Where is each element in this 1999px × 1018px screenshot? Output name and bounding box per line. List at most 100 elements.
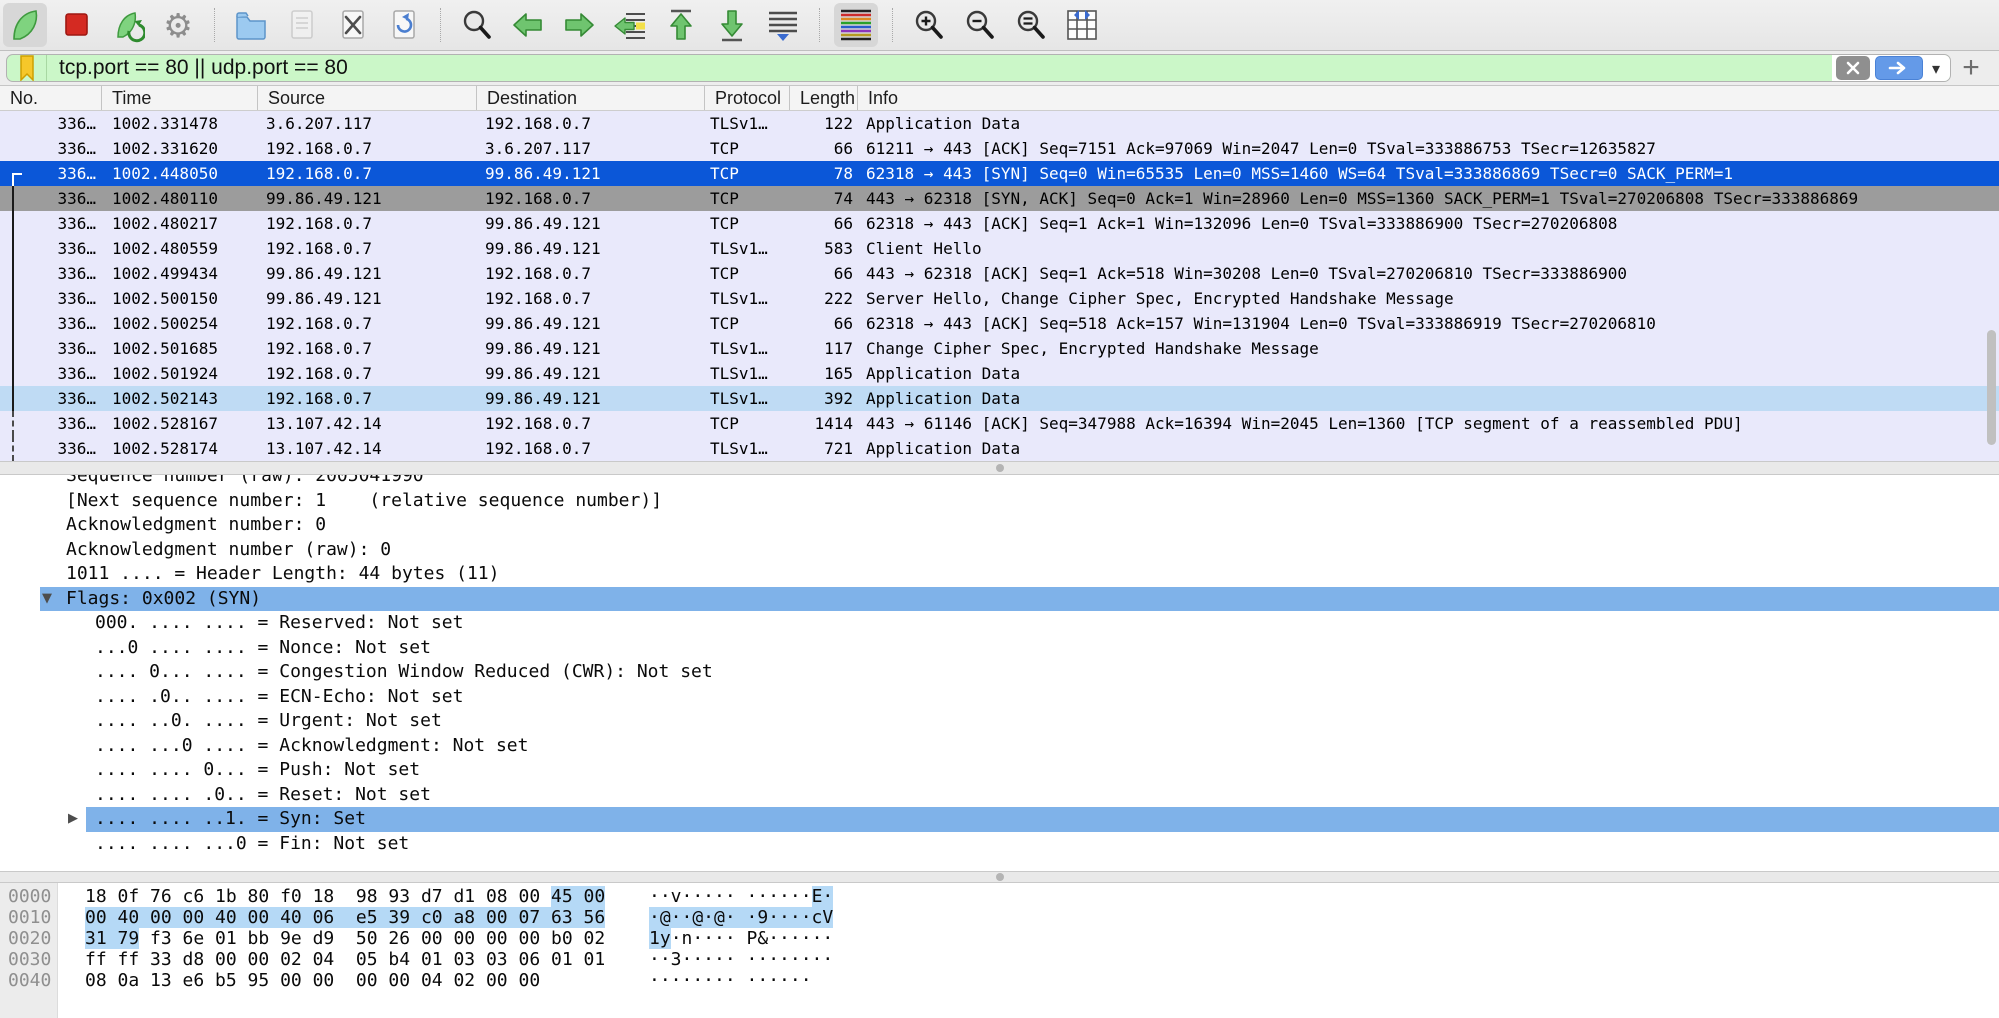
hex-offset: 0010 [8, 907, 51, 928]
detail-field-row[interactable]: Acknowledgment number (raw): 0 [0, 538, 1999, 563]
pane-splitter-upper[interactable] [0, 461, 1999, 475]
go-to-last-button[interactable] [710, 3, 754, 47]
close-file-button[interactable] [331, 3, 375, 47]
go-to-packet-button[interactable] [608, 3, 652, 47]
packet-row[interactable]: 336…1002.480559192.168.0.799.86.49.121TL… [0, 236, 1999, 261]
toolbar-separator [819, 8, 820, 42]
packet-row[interactable]: 336…1002.52817413.107.42.14192.168.0.7TL… [0, 436, 1999, 461]
add-filter-button[interactable]: + [1951, 53, 1991, 83]
packet-row[interactable]: 336…1002.49943499.86.49.121192.168.0.7TC… [0, 261, 1999, 286]
detail-field-text: .... .... 0... = Push: Not set [95, 758, 420, 783]
detail-field-row[interactable]: .... .... ...0 = Fin: Not set [0, 832, 1999, 857]
reload-file-button[interactable] [382, 3, 426, 47]
column-header-destination[interactable]: Destination [477, 86, 705, 110]
cell-source: 13.107.42.14 [266, 436, 472, 461]
bookmark-icon [15, 55, 39, 81]
cell-no: 336… [0, 436, 96, 461]
packet-row[interactable]: 336…1002.500254192.168.0.799.86.49.121TC… [0, 311, 1999, 336]
packet-row[interactable]: 336…1002.331620192.168.0.73.6.207.117TCP… [0, 136, 1999, 161]
colorize-button[interactable] [834, 3, 878, 47]
column-header-protocol[interactable]: Protocol [705, 86, 790, 110]
packet-row[interactable]: 336…1002.48011099.86.49.121192.168.0.7TC… [0, 186, 1999, 211]
cell-length: 66 [786, 261, 853, 286]
bookmark-icon[interactable] [7, 55, 47, 81]
hex-bytes: ff ff 33 d8 00 00 02 04 05 b4 01 03 03 0… [85, 949, 605, 970]
zoom-reset-button[interactable] [1009, 3, 1053, 47]
zoom-in-button[interactable] [907, 3, 951, 47]
go-to-first-button[interactable] [659, 3, 703, 47]
column-header-source[interactable]: Source [258, 86, 477, 110]
cell-destination: 3.6.207.117 [485, 136, 700, 161]
hex-dump-row[interactable]: 000018 0f 76 c6 1b 80 f0 18 98 93 d7 d1 … [0, 886, 1999, 907]
cell-protocol: TLSv1… [710, 286, 788, 311]
go-back-button[interactable] [506, 3, 550, 47]
hex-dump-row[interactable]: 004008 0a 13 e6 b5 95 00 00 00 00 04 02 … [0, 970, 1999, 991]
capture-options-button[interactable]: ⚙ [156, 3, 200, 47]
detail-field-row[interactable]: ▶.... .... ..1. = Syn: Set [0, 807, 1999, 832]
hex-dump-row[interactable]: 001000 40 00 00 40 00 40 06 e5 39 c0 a8 … [0, 907, 1999, 928]
packet-row[interactable]: 336…1002.502143192.168.0.799.86.49.121TL… [0, 386, 1999, 411]
column-header-info[interactable]: Info [858, 86, 1999, 110]
detail-field-row[interactable]: Acknowledgment number: 0 [0, 513, 1999, 538]
cell-info: Change Cipher Spec, Encrypted Handshake … [866, 336, 1985, 361]
detail-field-row[interactable]: 000. .... .... = Reserved: Not set [0, 611, 1999, 636]
cell-info: Client Hello [866, 236, 1985, 261]
detail-field-row[interactable]: .... .0.. .... = ECN-Echo: Not set [0, 685, 1999, 710]
detail-field-row[interactable]: .... .... .0.. = Reset: Not set [0, 783, 1999, 808]
triangle-right-icon[interactable]: ▶ [68, 807, 78, 832]
hex-dump-row[interactable]: 0030ff ff 33 d8 00 00 02 04 05 b4 01 03 … [0, 949, 1999, 970]
cell-length: 165 [786, 361, 853, 386]
detail-field-text: Acknowledgment number: 0 [66, 513, 326, 538]
detail-field-row[interactable]: ...0 .... .... = Nonce: Not set [0, 636, 1999, 661]
detail-field-row[interactable]: 1011 .... = Header Length: 44 bytes (11) [0, 562, 1999, 587]
clear-filter-button[interactable] [1836, 56, 1870, 80]
packet-list-header: No.TimeSourceDestinationProtocolLengthIn… [0, 86, 1999, 111]
detail-field-row[interactable]: .... .... 0... = Push: Not set [0, 758, 1999, 783]
packet-row[interactable]: 336…1002.501685192.168.0.799.86.49.121TL… [0, 336, 1999, 361]
hex-dump-row[interactable]: 002031 79 f3 6e 01 bb 9e d9 50 26 00 00 … [0, 928, 1999, 949]
detail-field-row[interactable]: [Next sequence number: 1 (relative seque… [0, 489, 1999, 514]
restart-capture-button[interactable] [105, 3, 149, 47]
find-packet-button[interactable] [455, 3, 499, 47]
detail-field-row[interactable]: ▼Flags: 0x002 (SYN) [0, 587, 1999, 612]
go-forward-button[interactable] [557, 3, 601, 47]
resize-columns-button[interactable] [1060, 3, 1104, 47]
packet-row[interactable]: 336…1002.52816713.107.42.14192.168.0.7TC… [0, 411, 1999, 436]
packet-list-scrollbar[interactable] [1984, 111, 1999, 461]
display-filter-input[interactable]: tcp.port == 80 || udp.port == 80 [47, 56, 1832, 80]
open-file-button[interactable] [229, 3, 273, 47]
start-capture-button[interactable] [3, 3, 47, 47]
stop-capture-button[interactable] [54, 3, 98, 47]
packet-row[interactable]: 336…1002.448050192.168.0.799.86.49.121TC… [0, 161, 1999, 186]
detail-field-text: .... ...0 .... = Acknowledgment: Not set [95, 734, 528, 759]
cell-protocol: TLSv1… [710, 436, 788, 461]
cell-length: 721 [786, 436, 853, 461]
detail-field-row[interactable]: .... ...0 .... = Acknowledgment: Not set [0, 734, 1999, 759]
detail-field-row[interactable]: .... ..0. .... = Urgent: Not set [0, 709, 1999, 734]
detail-field-row[interactable]: Sequence number (raw): 2005041990 [0, 475, 1999, 489]
detail-field-row[interactable]: .... 0... .... = Congestion Window Reduc… [0, 660, 1999, 685]
packet-row[interactable]: 336…1002.3314783.6.207.117192.168.0.7TLS… [0, 111, 1999, 136]
scrollbar-thumb[interactable] [1987, 330, 1996, 445]
toolbar-separator [892, 8, 893, 42]
column-header-time[interactable]: Time [102, 86, 258, 110]
detail-field-text: ...0 .... .... = Nonce: Not set [95, 636, 431, 661]
packet-row[interactable]: 336…1002.50015099.86.49.121192.168.0.7TL… [0, 286, 1999, 311]
triangle-down-icon[interactable]: ▼ [42, 587, 52, 612]
display-filter-field[interactable]: tcp.port == 80 || udp.port == 80 ▾ [6, 54, 1951, 82]
detail-field-text: .... .... .0.. = Reset: Not set [95, 783, 431, 808]
pane-splitter-lower[interactable] [0, 871, 1999, 883]
apply-filter-button[interactable] [1875, 56, 1923, 80]
packet-details-pane: Sequence number (raw): 2005041990[Next s… [0, 475, 1999, 871]
packet-row[interactable]: 336…1002.480217192.168.0.799.86.49.121TC… [0, 211, 1999, 236]
cell-time: 1002.501685 [112, 336, 254, 361]
cell-no: 336… [0, 411, 96, 436]
column-header-no[interactable]: No. [0, 86, 102, 110]
auto-scroll-button[interactable] [761, 3, 805, 47]
cell-source: 192.168.0.7 [266, 311, 472, 336]
column-header-length[interactable]: Length [790, 86, 858, 110]
save-file-button[interactable] [280, 3, 324, 47]
zoom-out-button[interactable] [958, 3, 1002, 47]
filter-dropdown-caret[interactable]: ▾ [1928, 59, 1944, 78]
packet-row[interactable]: 336…1002.501924192.168.0.799.86.49.121TL… [0, 361, 1999, 386]
